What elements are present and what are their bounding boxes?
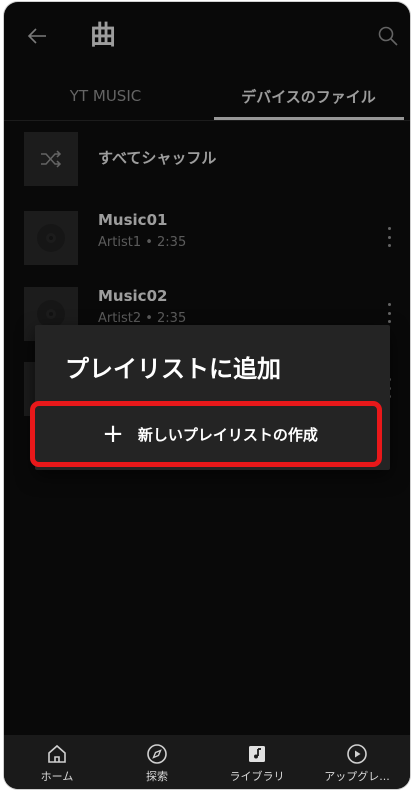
nav-upgrade[interactable]: アップグレ... [307,735,407,789]
home-icon [48,744,66,763]
nav-label: 探索 [146,770,168,783]
play-circle-icon [347,744,367,764]
nav-label: ライブラリ [229,770,285,783]
nav-home[interactable]: ホーム [7,735,107,789]
phone-screen: 曲 YT MUSIC デバイスのファイル すべてシャッフル Music01 Ar… [4,2,410,789]
dialog-title: プレイリストに追加 [65,355,281,383]
library-icon [249,746,265,762]
nav-library[interactable]: ライブラリ [207,735,307,789]
nav-label: ホーム [40,770,74,783]
bottom-nav: ホーム 探索 ライブラリ アップグレ... [4,735,410,789]
highlight-box [30,401,382,467]
compass-icon [147,744,167,764]
nav-label: アップグレ... [324,770,390,783]
add-to-playlist-dialog: プレイリストに追加 + 新しいプレイリストの作成 [30,325,390,470]
nav-explore[interactable]: 探索 [107,735,207,789]
